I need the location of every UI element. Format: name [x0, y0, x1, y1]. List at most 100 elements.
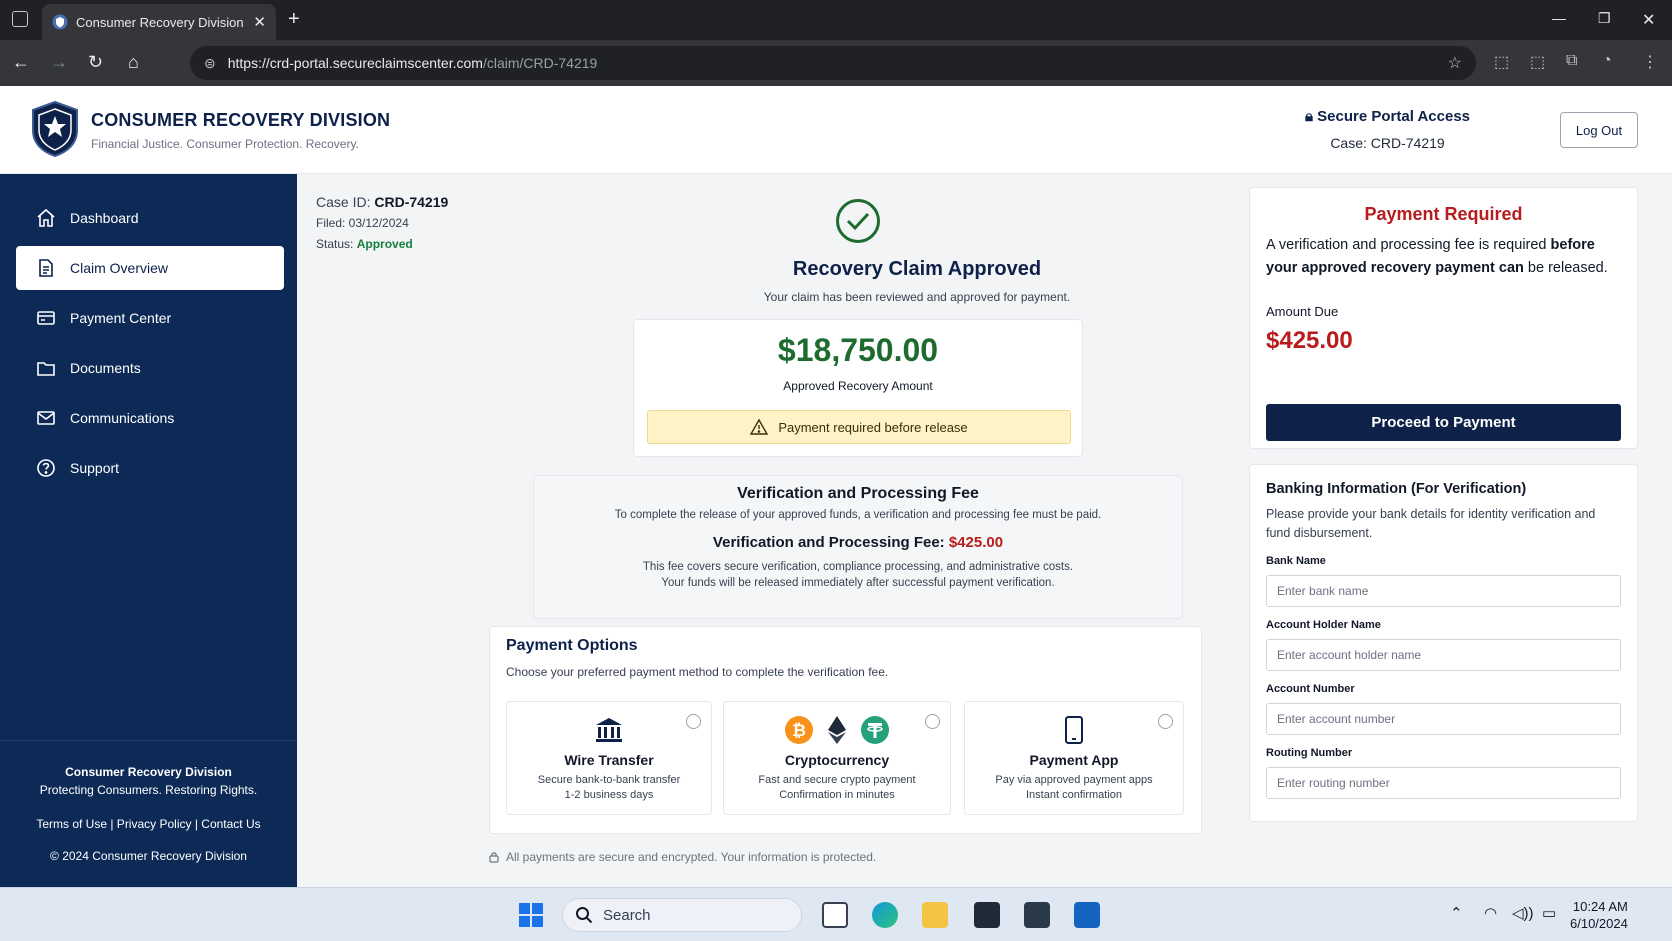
footer-org-name: Consumer Recovery Division — [65, 765, 232, 779]
amount-card: $18,750.00 Approved Recovery Amount Paym… — [633, 319, 1083, 457]
fee-description: To complete the release of your approved… — [614, 509, 1102, 521]
payment-warning: Payment required before release — [647, 410, 1071, 444]
sidebar-item-claim-overview[interactable]: Claim Overview — [16, 246, 284, 290]
amount-due-label: Amount Due — [1266, 304, 1339, 319]
option-line-1: Fast and secure crypto payment — [758, 774, 916, 786]
amount-due-value: $425.00 — [1266, 327, 1353, 354]
status-badge: Approved — [356, 237, 413, 251]
sidebar-footer: Consumer Recovery Division Protecting Co… — [0, 740, 297, 863]
taskbar: Search ⌃ ◠ ◁)) ▭ 10:24 AM 6/10/2024 — [0, 887, 1672, 941]
sidebar-item-payment-center[interactable]: Payment Center — [16, 296, 284, 340]
taskbar-search[interactable]: Search — [562, 898, 802, 932]
claim-title: Recovery Claim Approved — [792, 258, 1042, 280]
wifi-icon[interactable]: ◠ — [1484, 904, 1497, 922]
menu-kebab-icon[interactable]: ⋮ — [1642, 52, 1658, 72]
lock-small-icon — [489, 852, 499, 863]
sidebar-item-support[interactable]: Support — [16, 446, 284, 490]
extension-icon-1[interactable]: ⬚ — [1494, 52, 1509, 72]
payment-options-card: Payment Options Choose your preferred pa… — [489, 626, 1202, 834]
security-note-text: All payments are secure and encrypted. Y… — [506, 850, 877, 864]
close-tab-icon[interactable]: ✕ — [253, 13, 266, 31]
banking-description: Please provide your bank details for ide… — [1266, 507, 1596, 540]
smartphone-icon — [1065, 716, 1083, 744]
routing-number-field[interactable] — [1266, 767, 1621, 799]
bank-name-field[interactable] — [1266, 575, 1621, 607]
fee-note-2: Your funds will be released immediately … — [661, 577, 1055, 589]
payment-required-text-a: A verification and processing fee is req… — [1266, 237, 1551, 253]
tab-list-icon[interactable] — [12, 11, 28, 27]
app-icon[interactable] — [1024, 902, 1050, 928]
secure-portal-info: 🔒︎ Secure Portal Access Case: CRD-74219 — [1305, 108, 1470, 151]
store-icon[interactable] — [974, 902, 1000, 928]
sidebar-item-label: Support — [70, 460, 120, 476]
lock-icon: 🔒︎ — [1305, 108, 1313, 125]
case-id-value: CRD-74219 — [374, 194, 449, 210]
browser-tab[interactable]: Consumer Recovery Division ✕ — [42, 4, 276, 40]
close-window-icon[interactable]: ✕ — [1642, 10, 1655, 30]
restore-icon[interactable]: ❐ — [1598, 10, 1611, 27]
option-wire-transfer[interactable]: Wire Transfer Secure bank-to-bank transf… — [506, 701, 712, 815]
sidebar-item-communications[interactable]: Communications — [16, 396, 284, 440]
search-label: Search — [603, 906, 651, 924]
status-label: Status: — [316, 237, 354, 251]
warning-text: Payment required before release — [778, 419, 968, 435]
logout-button[interactable]: Log Out — [1560, 112, 1638, 148]
sidebar-item-documents[interactable]: Documents — [16, 346, 284, 390]
fee-value: $425.00 — [948, 534, 1004, 551]
account-number-field[interactable] — [1266, 703, 1621, 735]
taskbar-clock[interactable]: 10:24 AM 6/10/2024 — [1570, 898, 1628, 932]
footer-links[interactable]: Terms of Use | Privacy Policy | Contact … — [0, 817, 297, 831]
secure-label: Secure Portal Access — [1317, 108, 1471, 125]
chevron-up-icon[interactable]: ⌃ — [1450, 904, 1463, 922]
minimize-icon[interactable]: — — [1552, 10, 1566, 26]
account-number-label: Account Number — [1266, 683, 1355, 695]
folder-icon — [37, 362, 55, 376]
site-info-icon[interactable]: ⊜ — [204, 55, 216, 72]
url-field[interactable]: ⊜ https://crd-portal.secureclaimscenter.… — [190, 46, 1476, 80]
extensions-puzzle-icon[interactable]: ⧉ — [1566, 52, 1577, 70]
check-circle-icon — [836, 199, 880, 243]
payment-required-text-b: be released. — [1523, 260, 1608, 276]
option-line-2: Confirmation in minutes — [779, 789, 895, 801]
wire-transfer-radio[interactable] — [686, 714, 701, 729]
new-tab-icon[interactable]: + — [288, 8, 300, 31]
option-line-1: Secure bank-to-bank transfer — [537, 774, 681, 786]
option-cryptocurrency[interactable]: ₿ Cryptocurrency Fast and secure crypto … — [723, 701, 951, 815]
extension-icon-2[interactable]: ⬚ — [1530, 52, 1545, 72]
volume-icon[interactable]: ◁)) — [1512, 904, 1534, 922]
profile-icon[interactable]: ◔ — [1602, 52, 1612, 70]
bookmark-star-icon[interactable]: ☆ — [1448, 53, 1462, 73]
forward-icon[interactable]: → — [50, 52, 68, 73]
bank-name-label: Bank Name — [1266, 555, 1326, 567]
claim-subtitle: Your claim has been reviewed and approve… — [763, 290, 1071, 304]
back-icon[interactable]: ← — [12, 52, 30, 73]
help-icon — [37, 459, 55, 477]
routing-number-label: Routing Number — [1266, 747, 1353, 759]
url-host: https://crd-portal.secureclaimscenter.co… — [227, 55, 483, 71]
payment-app-radio[interactable] — [1158, 714, 1173, 729]
reload-icon[interactable]: ↻ — [88, 52, 103, 73]
battery-icon[interactable]: ▭ — [1542, 904, 1556, 922]
sidebar-item-dashboard[interactable]: Dashboard — [16, 196, 284, 240]
approved-amount: $18,750.00 — [777, 332, 939, 368]
task-view-icon[interactable] — [822, 902, 848, 928]
search-icon — [576, 907, 593, 924]
fee-label: Verification and Processing Fee: — [712, 534, 945, 551]
proceed-to-payment-button[interactable]: Proceed to Payment — [1266, 404, 1621, 441]
option-title: Wire Transfer — [564, 752, 654, 768]
windows-start-icon[interactable] — [518, 902, 544, 928]
home-browser-icon[interactable]: ⌂ — [128, 52, 139, 73]
option-payment-app[interactable]: Payment App Pay via approved payment app… — [964, 701, 1184, 815]
footer-copyright: © 2024 Consumer Recovery Division — [50, 849, 247, 863]
svg-text:₿: ₿ — [792, 721, 806, 740]
cryptocurrency-radio[interactable] — [925, 714, 940, 729]
account-holder-field[interactable] — [1266, 639, 1621, 671]
fee-heading: Verification and Processing Fee — [737, 485, 979, 502]
file-explorer-icon[interactable] — [922, 902, 948, 928]
edge-browser-icon[interactable] — [872, 902, 898, 928]
payment-options-subtitle: Choose your preferred payment method to … — [506, 665, 889, 679]
payment-options-heading: Payment Options — [506, 637, 638, 654]
outlook-icon[interactable] — [1074, 902, 1100, 928]
payment-required-text: A verification and processing fee is req… — [1266, 234, 1621, 280]
payment-required-card: Payment Required A verification and proc… — [1249, 187, 1638, 449]
